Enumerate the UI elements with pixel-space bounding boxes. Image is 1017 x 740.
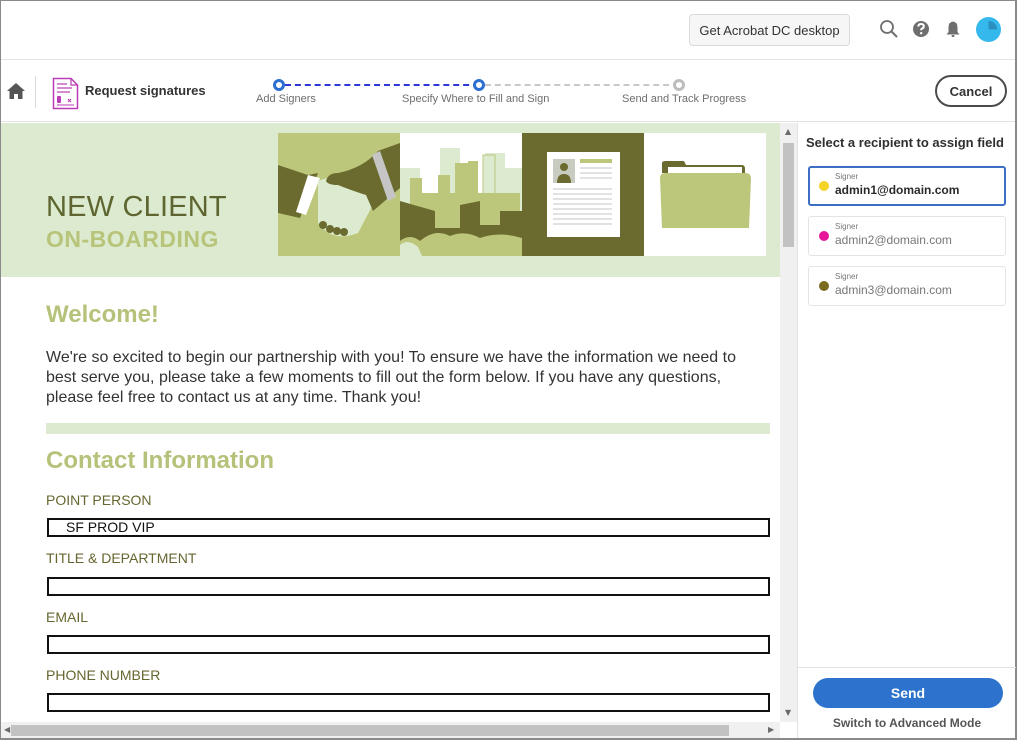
recipient-email: admin3@domain.com (835, 283, 952, 297)
scroll-up-arrow-icon[interactable]: ▲ (785, 128, 791, 136)
search-icon[interactable] (879, 19, 899, 39)
field-label-email: EMAIL (46, 609, 89, 625)
recipient-color-dot-icon (819, 181, 829, 191)
get-acrobat-desktop-button[interactable]: Get Acrobat DC desktop (689, 14, 850, 46)
handshake-illustration (278, 133, 400, 256)
scroll-right-arrow-icon[interactable]: ▶ (768, 726, 774, 734)
step-label-send: Send and Track Progress (622, 93, 747, 105)
city-skyline-icon (400, 148, 522, 256)
recipient-item[interactable]: Signer admin3@domain.com (808, 266, 1006, 306)
banner-title-line2: ON-BOARDING (46, 226, 219, 252)
folder-illustration (644, 133, 766, 256)
toolbar-divider (35, 76, 36, 108)
home-icon[interactable] (6, 81, 26, 101)
section-divider (46, 423, 770, 434)
city-skyline-illustration (400, 133, 522, 256)
document-viewport[interactable]: NEW CLIENT ON-BOARDING Welcome! We're so… (1, 123, 780, 722)
resume-icon (547, 152, 620, 237)
step-dot-add-signers[interactable] (273, 79, 285, 91)
step-connector-pending (485, 84, 679, 86)
recipient-email: admin1@domain.com (835, 183, 960, 197)
horizontal-scroll-thumb[interactable] (11, 725, 729, 736)
recipient-role: Signer (835, 222, 859, 231)
task-toolbar: Request signatures Add Signers Specify W… (1, 61, 1015, 122)
recipient-color-dot-icon (819, 281, 829, 291)
field-label-title-department: TITLE & DEPARTMENT (46, 550, 197, 566)
avatar[interactable] (976, 17, 1001, 42)
progress-stepper: Add Signers Specify Where to Fill and Si… (241, 75, 761, 115)
recipient-color-dot-icon (819, 231, 829, 241)
scroll-left-arrow-icon[interactable]: ◀ (4, 726, 10, 734)
top-bar: Get Acrobat DC desktop (1, 1, 1015, 60)
panel-title: Select a recipient to assign field (806, 135, 1004, 150)
field-label-point-person: POINT PERSON (46, 492, 152, 508)
intro-paragraph: We're so excited to begin our partnershi… (46, 349, 736, 406)
vertical-scrollbar[interactable]: ▲ ▼ (780, 123, 797, 722)
switch-advanced-mode-link[interactable]: Switch to Advanced Mode (798, 716, 1016, 730)
tool-title: Request signatures (85, 83, 206, 98)
handshake-icon (278, 143, 400, 237)
phone-number-field[interactable] (47, 693, 770, 712)
field-label-phone-number: PHONE NUMBER (46, 667, 161, 683)
recipient-role: Signer (835, 272, 859, 281)
folder-icon (660, 161, 751, 228)
email-field[interactable] (47, 635, 770, 654)
recipient-panel: Select a recipient to assign field Signe… (797, 123, 1016, 738)
resume-document-illustration (522, 133, 644, 256)
recipient-item[interactable]: Signer admin2@domain.com (808, 216, 1006, 256)
banner: NEW CLIENT ON-BOARDING (1, 123, 780, 277)
vertical-scroll-thumb[interactable] (783, 143, 794, 247)
request-signatures-icon (52, 77, 79, 110)
recipient-email: admin2@domain.com (835, 233, 952, 247)
cancel-button[interactable]: Cancel (935, 75, 1007, 107)
step-label-specify[interactable]: Specify Where to Fill and Sign (402, 93, 549, 105)
horizontal-scrollbar[interactable]: ◀ ▶ (1, 722, 780, 738)
panel-footer: Send Switch to Advanced Mode (798, 667, 1016, 738)
recipient-item[interactable]: Signer admin1@domain.com (808, 166, 1006, 206)
step-dot-specify[interactable] (473, 79, 485, 91)
step-label-add-signers[interactable]: Add Signers (256, 93, 316, 105)
avatar-pie-icon (988, 21, 997, 30)
title-department-field[interactable] (47, 577, 770, 596)
point-person-field[interactable]: SF PROD VIP (47, 518, 770, 537)
step-connector-complete (285, 84, 479, 86)
help-icon[interactable] (911, 19, 931, 39)
recipient-role: Signer (835, 172, 859, 181)
send-button[interactable]: Send (813, 678, 1003, 708)
scroll-down-arrow-icon[interactable]: ▼ (785, 709, 791, 717)
banner-title-line1: NEW CLIENT (46, 191, 227, 223)
contact-heading: Contact Information (46, 447, 274, 474)
welcome-heading: Welcome! (46, 301, 159, 328)
step-dot-send (673, 79, 685, 91)
bell-icon[interactable] (943, 19, 963, 39)
